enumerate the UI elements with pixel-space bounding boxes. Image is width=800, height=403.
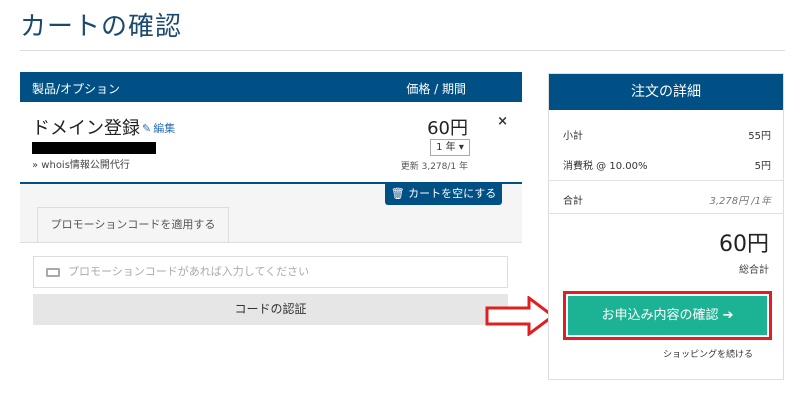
cart-item-row: ドメイン登録 ✎ 編集 » whois情報公開代行 60円 × 1 年 ▾ 更新 … bbox=[20, 102, 522, 184]
remove-item-icon[interactable]: × bbox=[497, 114, 508, 129]
trash-icon: 🗑 bbox=[390, 187, 405, 200]
ticket-icon bbox=[46, 268, 60, 277]
total-row-label: 合計 bbox=[563, 196, 583, 207]
cart-header: 製品/オプション 価格 / 期間 bbox=[20, 72, 522, 102]
subtotal-value: 55円 bbox=[748, 131, 771, 142]
edit-link[interactable]: ✎ 編集 bbox=[142, 120, 175, 136]
product-column-header: 製品/オプション bbox=[32, 82, 121, 96]
renewal-price: 更新 3,278/1 年 bbox=[400, 162, 468, 172]
summary-divider bbox=[549, 213, 783, 214]
total-label: 総合計 bbox=[739, 265, 769, 276]
addon-item: » whois情報公開代行 bbox=[32, 160, 130, 171]
title-divider bbox=[20, 50, 785, 51]
promo-placeholder: プロモーションコードがあれば入力してください bbox=[68, 265, 310, 278]
recurring-amount: 3,278円 /1年 bbox=[709, 196, 771, 207]
caret-down-icon: ▾ bbox=[458, 142, 464, 153]
tax-label: 消費税 @ 10.00% bbox=[563, 161, 648, 172]
redacted-domain bbox=[32, 142, 156, 154]
cart-panel: 製品/オプション 価格 / 期間 ドメイン登録 ✎ 編集 » whois情報公開代… bbox=[20, 72, 522, 336]
promo-code-input[interactable]: プロモーションコードがあれば入力してください bbox=[33, 256, 508, 288]
empty-cart-label: カートを空にする bbox=[408, 187, 497, 200]
verify-code-button[interactable]: コードの認証 bbox=[33, 294, 508, 325]
tax-value: 5円 bbox=[754, 161, 771, 172]
total-row: 合計 3,278円 /1年 bbox=[563, 192, 771, 207]
item-price: 60円 bbox=[427, 118, 468, 139]
page-title: カートの確認 bbox=[20, 12, 183, 42]
subtotal-row: 小計 55円 bbox=[563, 127, 771, 142]
tab-promo-code[interactable]: プロモーションコードを適用する bbox=[37, 207, 229, 243]
checkout-highlight: お申込み内容の確認 ➔ bbox=[563, 291, 772, 340]
edit-label: 編集 bbox=[153, 122, 176, 135]
pencil-icon: ✎ bbox=[142, 122, 152, 135]
pointer-arrow-icon bbox=[485, 296, 556, 336]
empty-cart-button[interactable]: 🗑 カートを空にする bbox=[385, 182, 502, 205]
summary-title: 注文の詳細 bbox=[549, 74, 783, 110]
tax-row: 消費税 @ 10.00% 5円 bbox=[563, 157, 771, 172]
checkout-button[interactable]: お申込み内容の確認 ➔ bbox=[568, 296, 767, 335]
total-amount: 60円 bbox=[719, 232, 769, 257]
promo-area: プロモーションコードがあれば入力してください コードの認証 bbox=[20, 242, 522, 336]
price-column-header: 価格 / 期間 bbox=[406, 82, 466, 96]
period-select[interactable]: 1 年 ▾ bbox=[430, 139, 470, 156]
continue-shopping-link[interactable]: ショッピングを続ける bbox=[663, 347, 753, 360]
period-value: 1 年 bbox=[436, 142, 456, 153]
summary-divider bbox=[549, 180, 783, 181]
product-name: ドメイン登録 bbox=[32, 118, 140, 139]
subtotal-label: 小計 bbox=[563, 131, 583, 142]
